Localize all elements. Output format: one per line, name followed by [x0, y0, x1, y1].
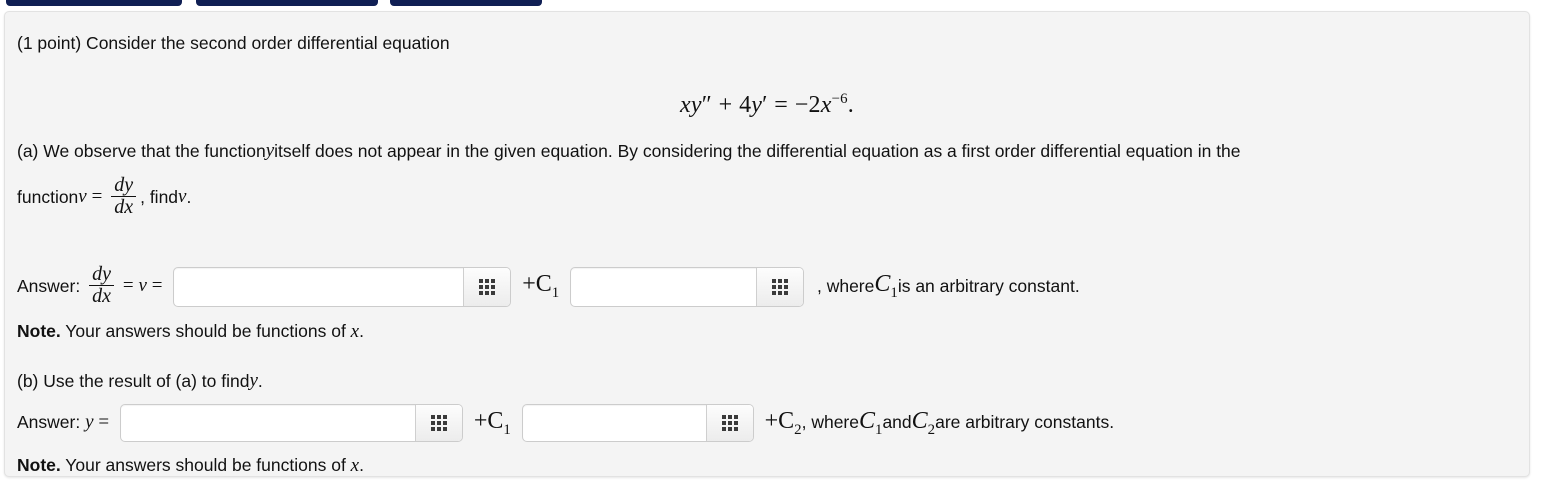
problem-content: (1 point) Consider the second order diff…	[5, 12, 1529, 476]
part-a-var-v2: v	[178, 186, 187, 208]
note-a-bold: Note.	[17, 321, 61, 341]
note-b-bold: Note.	[17, 455, 61, 475]
equation-rhs: −2x−6	[794, 91, 848, 118]
answer-b-c1-subscript: 1	[503, 421, 511, 438]
answer-b-keypad-button-1[interactable]	[415, 405, 462, 441]
problem-panel: (1 point) Consider the second order diff…	[4, 11, 1530, 477]
answer-a-trailing-text-1: , where	[816, 275, 875, 296]
keypad-grid-icon	[772, 278, 789, 295]
equation-coefficient: 4	[739, 92, 752, 118]
part-b-period: .	[257, 370, 263, 391]
note-a-period: .	[359, 321, 364, 341]
answer-a-c1-subscript: 1	[551, 284, 560, 301]
part-a-line2: function v = dy dx , find v.	[17, 174, 192, 219]
answer-b-plus-c1: +C1	[473, 407, 511, 438]
answer-b-trailing-c1: C1	[858, 407, 883, 438]
answer-b-plus-c2: +C2	[764, 407, 802, 438]
part-a-text-1: (a) We observe that the function	[17, 140, 266, 161]
equation-equals: =	[774, 92, 789, 118]
answer-b-trailing-text-1: , where	[801, 412, 859, 433]
answer-a-trailing-c: C1	[874, 271, 898, 301]
answer-a-plus-c1: +C1	[522, 271, 560, 301]
note-b-var-x: x	[350, 455, 360, 476]
answer-a-fraction-numerator: dy	[92, 263, 111, 285]
answer-row-a: Answer: dy dx = v = +C1 , whereC1is an a…	[17, 264, 1080, 308]
answer-a-equals-2: =	[151, 275, 163, 297]
answer-a-field-1-wrapper[interactable]	[173, 266, 512, 307]
equation-lhs: xy″	[680, 92, 712, 118]
answer-a-fraction-denominator: dx	[89, 285, 114, 307]
part-a-var-y: y	[265, 140, 275, 161]
keypad-grid-icon	[431, 415, 447, 431]
equation-y2: y′	[751, 92, 768, 118]
part-b-text: (b) Use the result of (a) to find	[17, 370, 250, 391]
answer-b-field-1-wrapper[interactable]	[120, 404, 463, 442]
part-a-function-label: function	[17, 186, 79, 207]
part-a-line1: (a) We observe that the function y itsel…	[17, 138, 1241, 164]
answer-a-field-1[interactable]	[174, 267, 466, 306]
keypad-grid-icon	[479, 278, 496, 295]
differential-equation-display: xy″ + 4y′ = −2x−6.	[5, 86, 1529, 121]
answer-a-dydx-fraction: dy dx	[89, 264, 114, 307]
part-a-equals: =	[91, 186, 103, 208]
fraction-numerator: dy	[114, 174, 134, 196]
nav-button-3[interactable]	[390, 0, 542, 6]
fraction-denominator: dx	[111, 196, 137, 218]
answer-b-field-2[interactable]	[522, 405, 708, 441]
problem-statement-line: (1 point) Consider the second order diff…	[17, 33, 450, 53]
note-b: Note. Your answers should be functions o…	[17, 453, 364, 479]
answer-b-label: Answer:	[17, 412, 81, 433]
answer-b-trailing-c1-subscript: 1	[875, 421, 883, 438]
answer-b-trailing-text-2: are arbitrary constants.	[935, 412, 1115, 433]
note-a-var-x: x	[350, 321, 360, 342]
nav-button-2[interactable]	[196, 0, 378, 6]
answer-b-field-2-wrapper[interactable]	[521, 404, 754, 442]
answer-a-trailing-c-subscript: 1	[890, 284, 898, 301]
answer-b-keypad-button-2[interactable]	[705, 405, 753, 441]
answer-row-b: Answer: y = +C1 +C2, whereC1andC2are arb…	[17, 404, 1114, 442]
answer-b-var-y: y	[85, 411, 94, 433]
answer-b-equals: =	[98, 411, 110, 433]
top-navigation-bar	[0, 0, 1542, 6]
note-b-period: .	[359, 455, 364, 475]
answer-a-label: Answer:	[17, 275, 81, 296]
part-a-text-2: itself does not appear in the given equa…	[274, 140, 1241, 161]
note-b-text: Your answers should be functions of	[60, 455, 351, 475]
answer-a-var-v: v	[138, 275, 147, 297]
part-a-find-text: , find	[140, 186, 179, 207]
answer-a-equals-1: =	[122, 275, 134, 297]
dydx-fraction: dy dx	[111, 174, 137, 218]
part-a-var-v: v	[78, 186, 87, 208]
part-a-period: .	[186, 186, 192, 207]
part-b-var-y: y	[249, 370, 258, 391]
answer-a-field-2-wrapper[interactable]	[570, 266, 805, 307]
equation-exponent: −6	[831, 91, 848, 107]
answer-b-c2-subscript: 2	[794, 421, 802, 438]
keypad-grid-icon	[721, 415, 738, 431]
nav-button-1[interactable]	[6, 0, 182, 6]
answer-a-keypad-button-2[interactable]	[756, 267, 804, 306]
equation-period: .	[847, 92, 854, 118]
note-a: Note. Your answers should be functions o…	[17, 319, 364, 345]
answer-a-field-2[interactable]	[571, 267, 759, 306]
part-b-line: (b) Use the result of (a) to find y.	[17, 368, 263, 394]
answer-a-trailing-text-2: is an arbitrary constant.	[897, 275, 1080, 296]
answer-b-trailing-c2-subscript: 2	[927, 421, 936, 438]
answer-b-trailing-c2: C2	[911, 407, 936, 438]
answer-a-keypad-button-1[interactable]	[463, 267, 511, 306]
answer-b-trailing-and: and	[882, 412, 912, 433]
note-a-text: Your answers should be functions of	[60, 321, 351, 341]
equation-plus: +	[718, 92, 733, 118]
answer-b-field-1[interactable]	[121, 405, 417, 441]
